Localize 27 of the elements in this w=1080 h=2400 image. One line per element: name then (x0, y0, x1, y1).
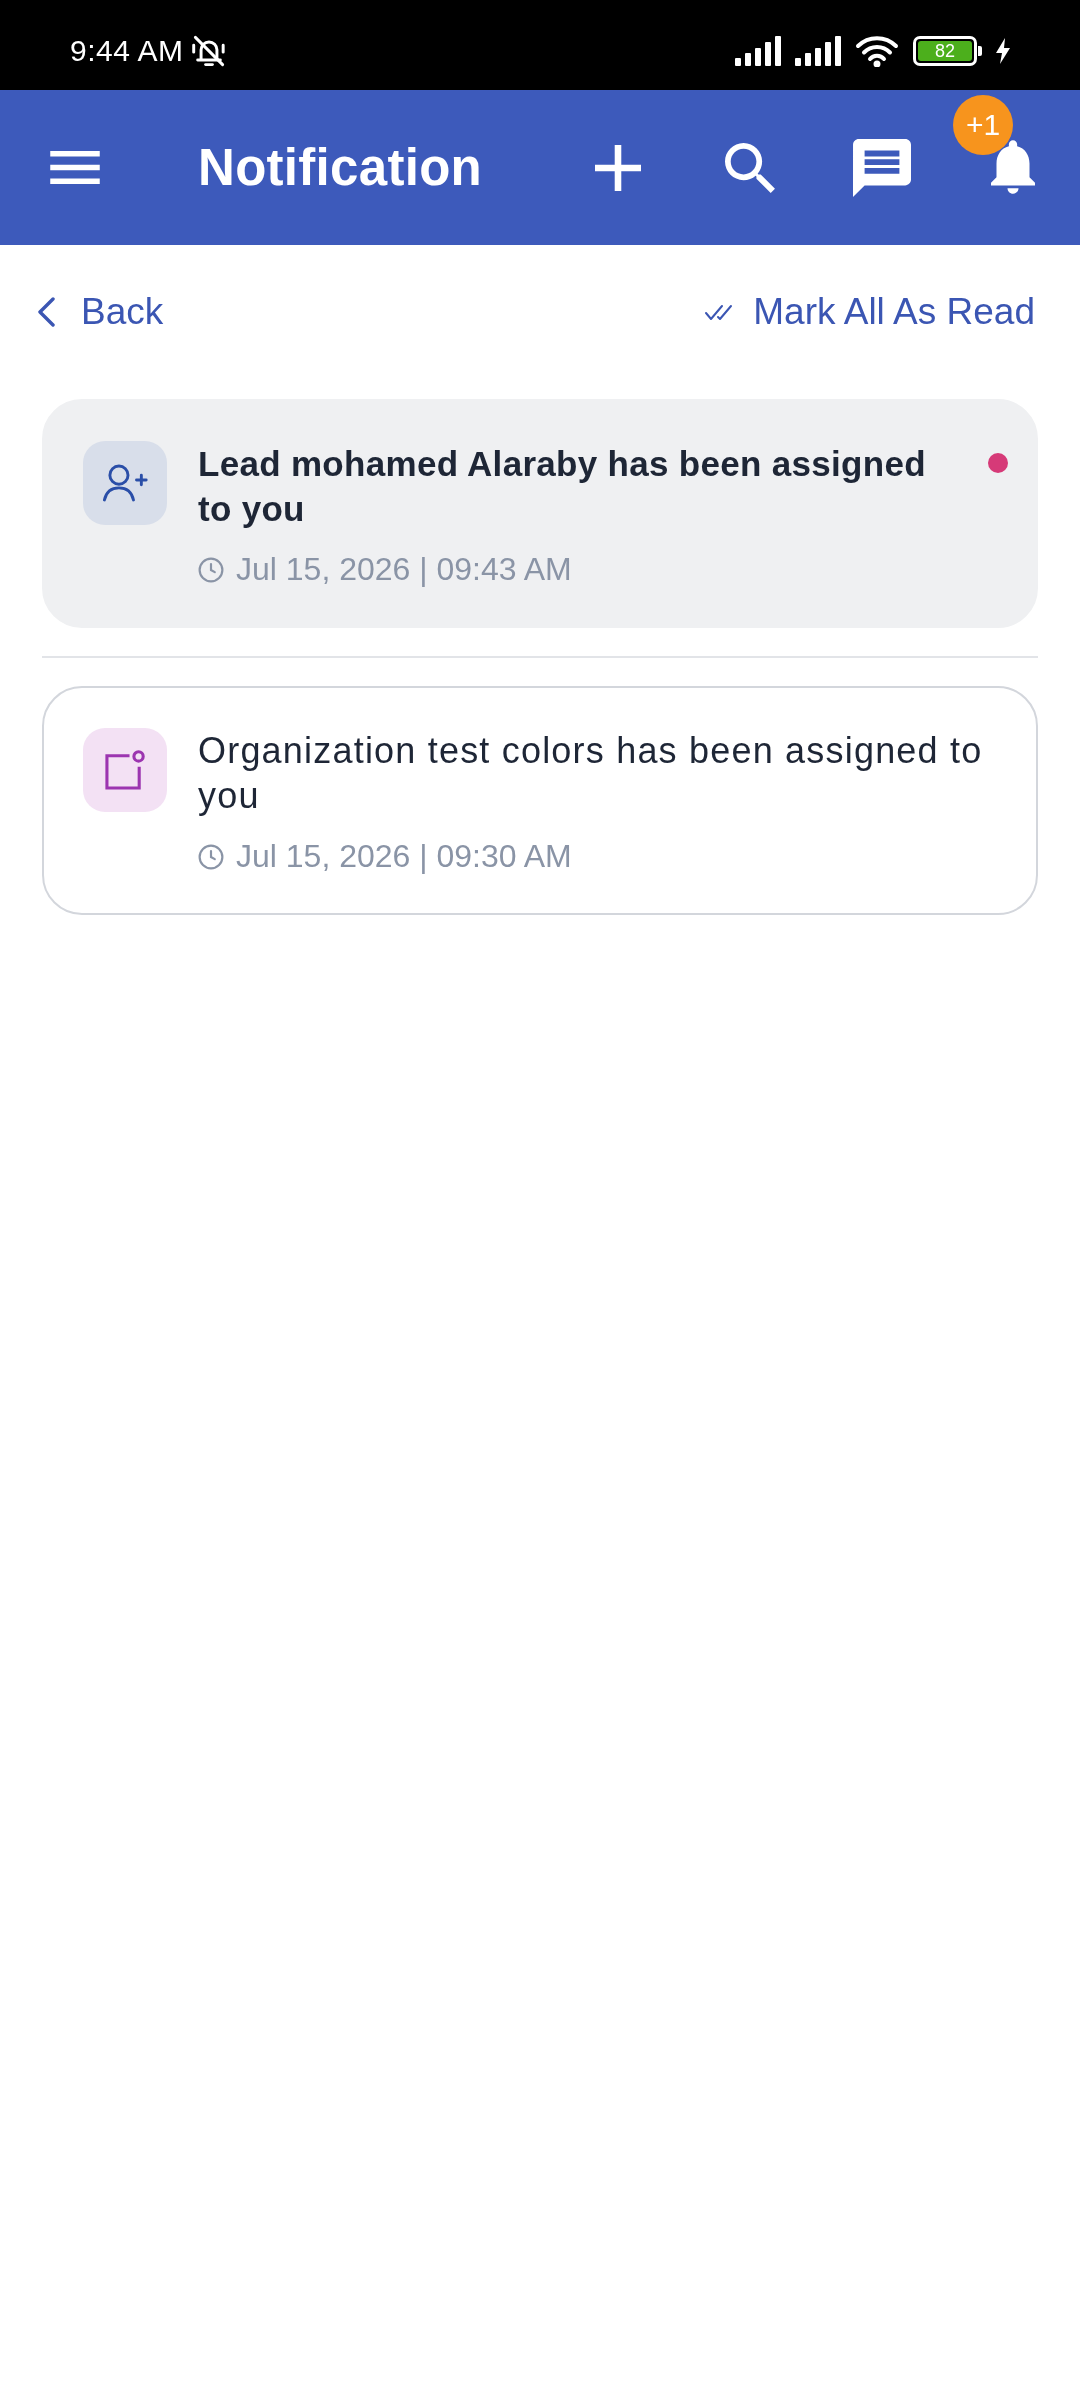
mark-all-read-button[interactable]: Mark All As Read (705, 291, 1035, 333)
user-plus-icon (83, 441, 167, 525)
muted-bell-icon (191, 34, 226, 68)
notification-title: Organization test colors has been assigned to you (198, 729, 984, 818)
battery-indicator: 82 (913, 36, 982, 66)
wifi-icon (855, 35, 899, 67)
bell-icon (991, 140, 1035, 194)
search-icon (725, 142, 775, 193)
menu-icon (50, 151, 100, 184)
status-time: 9:44 AM (70, 34, 184, 68)
plus-icon (595, 144, 641, 191)
back-button[interactable]: Back (38, 291, 164, 333)
signal-icon (795, 36, 841, 66)
chevron-left-icon (38, 297, 55, 327)
charging-bolt-icon (996, 38, 1010, 64)
notification-card[interactable]: Organization test colors has been assigned to you Jul 15, 2026 | 09:30 AM (42, 686, 1038, 915)
notification-time: Jul 15, 2026 | 09:43 AM (236, 551, 572, 588)
unread-dot-icon (988, 453, 1008, 473)
notification-count-badge: +1 (953, 95, 1013, 155)
chat-icon (853, 138, 911, 197)
clock-icon (198, 556, 224, 583)
notification-time: Jul 15, 2026 | 09:30 AM (236, 838, 572, 875)
screen-title: Notification (198, 138, 484, 197)
notification-card[interactable]: Lead mohamed Alaraby has been assigned to you Jul 15, 2026 | 09:43 AM (42, 399, 1038, 628)
notification-title: Lead mohamed Alaraby has been assigned to you (198, 443, 927, 530)
signal-icon (735, 36, 781, 66)
clock-icon (198, 843, 224, 870)
